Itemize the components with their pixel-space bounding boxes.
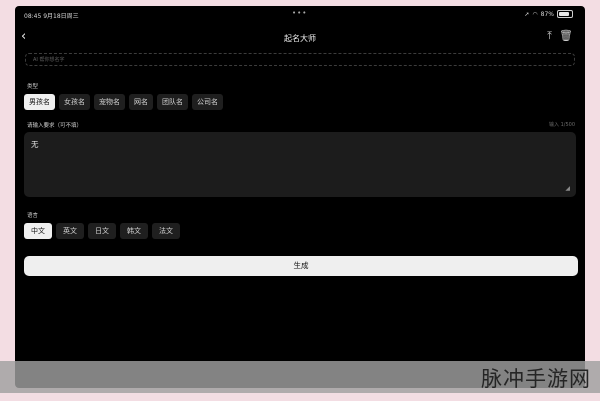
trash-icon[interactable]: 🗑	[559, 29, 573, 42]
type-option[interactable]: 男孩名	[24, 94, 55, 110]
status-bar: 08:45 9月18日周三 ••• ➚ ◠ 87%	[15, 6, 585, 24]
requirements-value: 无	[31, 140, 39, 149]
language-options: 中文 英文 日文 韩文 法文	[24, 223, 180, 239]
app-screen: 08:45 9月18日周三 ••• ➚ ◠ 87% ‹ 起名大师 ⤒ 🗑 类型 …	[15, 6, 585, 388]
status-indicators: ➚ ◠ 87%	[524, 10, 573, 18]
language-label: 语言	[27, 213, 39, 219]
battery-icon	[557, 10, 573, 18]
type-option[interactable]: 公司名	[192, 94, 223, 110]
battery-fill	[559, 12, 570, 16]
requirements-label: 请输入要求（可不填）	[27, 123, 83, 129]
watermark-text: 脉冲手游网	[481, 367, 591, 391]
character-counter: 输入 1/500	[549, 122, 575, 128]
navigation-bar: ‹ 起名大师 ⤒ 🗑	[15, 26, 585, 52]
type-label: 类型	[27, 84, 39, 90]
type-option[interactable]: 宠物名	[94, 94, 125, 110]
generate-button[interactable]: 生成	[24, 256, 578, 276]
location-icon: ➚	[524, 10, 530, 18]
wifi-icon: ◠	[532, 10, 538, 18]
language-option[interactable]: 法文	[152, 223, 180, 239]
type-option[interactable]: 网名	[129, 94, 153, 110]
battery-percent: 87%	[540, 10, 554, 18]
language-option[interactable]: 英文	[56, 223, 84, 239]
language-option[interactable]: 中文	[24, 223, 52, 239]
language-option[interactable]: 日文	[88, 223, 116, 239]
share-up-icon[interactable]: ⤒	[547, 29, 552, 43]
type-option[interactable]: 团队名	[157, 94, 188, 110]
ai-prompt-input[interactable]	[25, 53, 575, 66]
status-time-date: 08:45 9月18日周三	[24, 13, 79, 20]
type-option[interactable]: 女孩名	[59, 94, 90, 110]
page-title: 起名大师	[284, 34, 316, 43]
language-option[interactable]: 韩文	[120, 223, 148, 239]
watermark-banner: 脉冲手游网	[0, 361, 600, 393]
resize-handle-icon[interactable]: ◢	[565, 185, 570, 192]
requirements-textarea[interactable]: 无 ◢	[24, 132, 576, 197]
type-options: 男孩名 女孩名 宠物名 网名 团队名 公司名	[24, 94, 223, 110]
multitask-dots[interactable]: •••	[292, 9, 307, 17]
